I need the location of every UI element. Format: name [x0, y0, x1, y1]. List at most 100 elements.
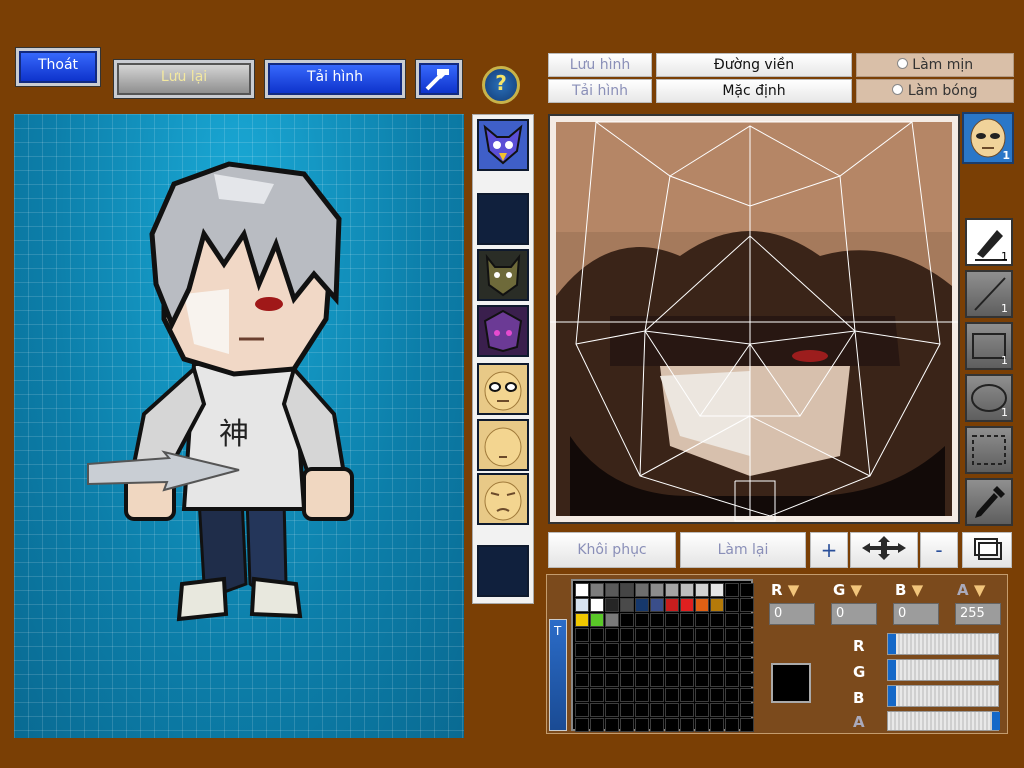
default-button[interactable]: Mặc định — [656, 79, 852, 103]
shine-radio[interactable]: Làm bóng — [856, 79, 1014, 103]
palette-cell[interactable] — [665, 718, 679, 732]
part-slot-8[interactable] — [477, 545, 529, 597]
palette-cell[interactable] — [740, 598, 754, 612]
palette-cell[interactable] — [710, 628, 724, 642]
palette-cell[interactable] — [605, 583, 619, 597]
palette-cell[interactable] — [725, 718, 739, 732]
palette-cell[interactable] — [635, 628, 649, 642]
palette-cell[interactable] — [695, 628, 709, 642]
palette-cell[interactable] — [725, 643, 739, 657]
palette-cell[interactable] — [650, 703, 664, 717]
palette-cell[interactable] — [710, 613, 724, 627]
palette-cell[interactable] — [680, 673, 694, 687]
line-tool[interactable]: 1 — [965, 270, 1013, 318]
palette-cell[interactable] — [620, 673, 634, 687]
eyedropper-tool[interactable] — [965, 478, 1013, 526]
move-button[interactable] — [850, 532, 918, 568]
smooth-radio[interactable]: Làm mịn — [856, 53, 1014, 77]
select-tool[interactable] — [965, 426, 1013, 474]
part-slot-2[interactable] — [477, 193, 529, 245]
layer-button[interactable] — [962, 532, 1012, 568]
palette-cell[interactable] — [575, 598, 589, 612]
palette-cell[interactable] — [620, 718, 634, 732]
palette-cell[interactable] — [740, 718, 754, 732]
palette-cell[interactable] — [620, 658, 634, 672]
palette-cell[interactable] — [695, 598, 709, 612]
palette-cell[interactable] — [665, 688, 679, 702]
palette-cell[interactable] — [590, 643, 604, 657]
part-slot-6[interactable] — [477, 419, 529, 471]
palette-cell[interactable] — [650, 688, 664, 702]
palette-cell[interactable] — [590, 688, 604, 702]
g-value-field[interactable]: 0 — [831, 603, 877, 625]
palette-cell[interactable] — [605, 718, 619, 732]
palette-cell[interactable] — [725, 613, 739, 627]
palette-cell[interactable] — [725, 703, 739, 717]
palette-cell[interactable] — [710, 673, 724, 687]
palette-cell[interactable] — [665, 658, 679, 672]
palette-cell[interactable] — [590, 613, 604, 627]
palette-cell[interactable] — [725, 583, 739, 597]
pen-tool[interactable]: 1 — [965, 218, 1013, 266]
palette-cell[interactable] — [665, 628, 679, 642]
palette-cell[interactable] — [710, 643, 724, 657]
palette-cell[interactable] — [680, 583, 694, 597]
palette-cell[interactable] — [605, 688, 619, 702]
palette-cell[interactable] — [695, 688, 709, 702]
palette-cell[interactable] — [605, 703, 619, 717]
palette-cell[interactable] — [650, 643, 664, 657]
b-value-field[interactable]: 0 — [893, 603, 939, 625]
palette-cell[interactable] — [650, 628, 664, 642]
palette-cell[interactable] — [695, 643, 709, 657]
g-slider-handle[interactable] — [888, 660, 896, 680]
palette-cell[interactable] — [590, 583, 604, 597]
palette-cell[interactable] — [710, 658, 724, 672]
redo-button[interactable]: Làm lại — [680, 532, 806, 568]
part-slot-1[interactable] — [477, 119, 529, 171]
palette-cell[interactable] — [710, 703, 724, 717]
palette-cell[interactable] — [650, 673, 664, 687]
a-slider[interactable] — [887, 711, 1000, 731]
save-image-button[interactable]: Lưu hình — [548, 53, 652, 77]
palette-cell[interactable] — [680, 658, 694, 672]
palette-cell[interactable] — [620, 583, 634, 597]
load-image-button[interactable]: Tải hình — [265, 60, 405, 98]
palette-cell[interactable] — [650, 583, 664, 597]
palette-cell[interactable] — [575, 613, 589, 627]
palette-cell[interactable] — [605, 628, 619, 642]
palette-cell[interactable] — [650, 598, 664, 612]
palette-cell[interactable] — [590, 703, 604, 717]
palette-cell[interactable] — [620, 688, 634, 702]
restore-button[interactable]: Khôi phục — [548, 532, 676, 568]
palette-cell[interactable] — [575, 718, 589, 732]
palette-cell[interactable] — [740, 688, 754, 702]
r-value-field[interactable]: 0 — [769, 603, 815, 625]
palette-cell[interactable] — [650, 658, 664, 672]
palette-cell[interactable] — [665, 613, 679, 627]
palette-cell[interactable] — [695, 658, 709, 672]
palette-cell[interactable] — [680, 643, 694, 657]
g-channel-dropdown[interactable]: G ▼ — [833, 581, 862, 599]
palette-cell[interactable] — [665, 643, 679, 657]
palette-cell[interactable] — [650, 718, 664, 732]
g-slider[interactable] — [887, 659, 999, 681]
palette-cell[interactable] — [575, 583, 589, 597]
r-slider[interactable] — [887, 633, 999, 655]
palette-cell[interactable] — [590, 658, 604, 672]
face-texture-canvas[interactable] — [548, 114, 960, 524]
palette-cell[interactable] — [665, 673, 679, 687]
palette-cell[interactable] — [635, 673, 649, 687]
palette-cell[interactable] — [620, 598, 634, 612]
a-slider-handle[interactable] — [992, 712, 1000, 730]
palette-cell[interactable] — [740, 643, 754, 657]
palette-cell[interactable] — [605, 673, 619, 687]
palette-cell[interactable] — [695, 703, 709, 717]
palette-cell[interactable] — [620, 628, 634, 642]
palette-cell[interactable] — [695, 583, 709, 597]
hammer-button[interactable] — [416, 60, 462, 98]
palette-cell[interactable] — [605, 658, 619, 672]
part-slot-7[interactable] — [477, 473, 529, 525]
palette-cell[interactable] — [650, 613, 664, 627]
zoom-out-button[interactable]: - — [920, 532, 958, 568]
outline-button[interactable]: Đường viền — [656, 53, 852, 77]
